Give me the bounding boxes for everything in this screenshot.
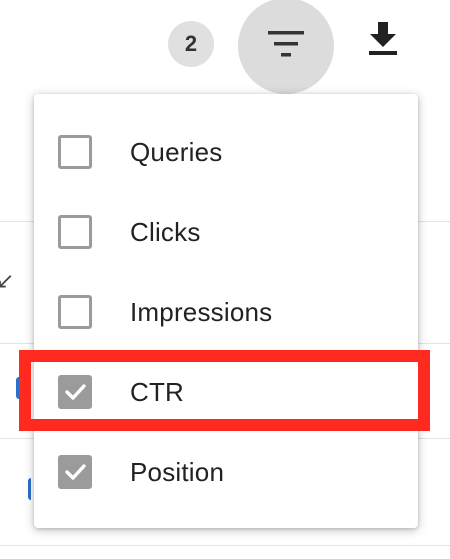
checkbox-position[interactable] <box>58 455 92 489</box>
menu-item-label: CTR <box>130 376 185 407</box>
menu-item-label: Queries <box>130 136 223 167</box>
background-link-fragment <box>16 377 25 399</box>
menu-item-label: Position <box>130 456 225 487</box>
filter-icon <box>268 30 304 62</box>
metrics-filter-menu: Queries Clicks Impressions CTR Position <box>34 94 418 528</box>
filter-button[interactable] <box>238 0 334 94</box>
background-sort-icon: ↙ <box>0 268 15 293</box>
menu-item-label: Impressions <box>130 296 273 327</box>
menu-item-queries[interactable]: Queries <box>34 112 418 192</box>
menu-item-position[interactable]: Position <box>34 432 418 512</box>
menu-item-clicks[interactable]: Clicks <box>34 192 418 272</box>
menu-item-ctr[interactable]: CTR <box>34 352 418 432</box>
menu-item-impressions[interactable]: Impressions <box>34 272 418 352</box>
download-icon <box>368 21 398 61</box>
background-divider <box>0 545 450 546</box>
download-button[interactable] <box>360 18 406 64</box>
checkbox-ctr[interactable] <box>58 375 92 409</box>
checkbox-impressions[interactable] <box>58 295 92 329</box>
checkbox-queries[interactable] <box>58 135 92 169</box>
checkbox-clicks[interactable] <box>58 215 92 249</box>
menu-item-label: Clicks <box>130 216 201 247</box>
selected-count-badge: 2 <box>168 21 214 67</box>
